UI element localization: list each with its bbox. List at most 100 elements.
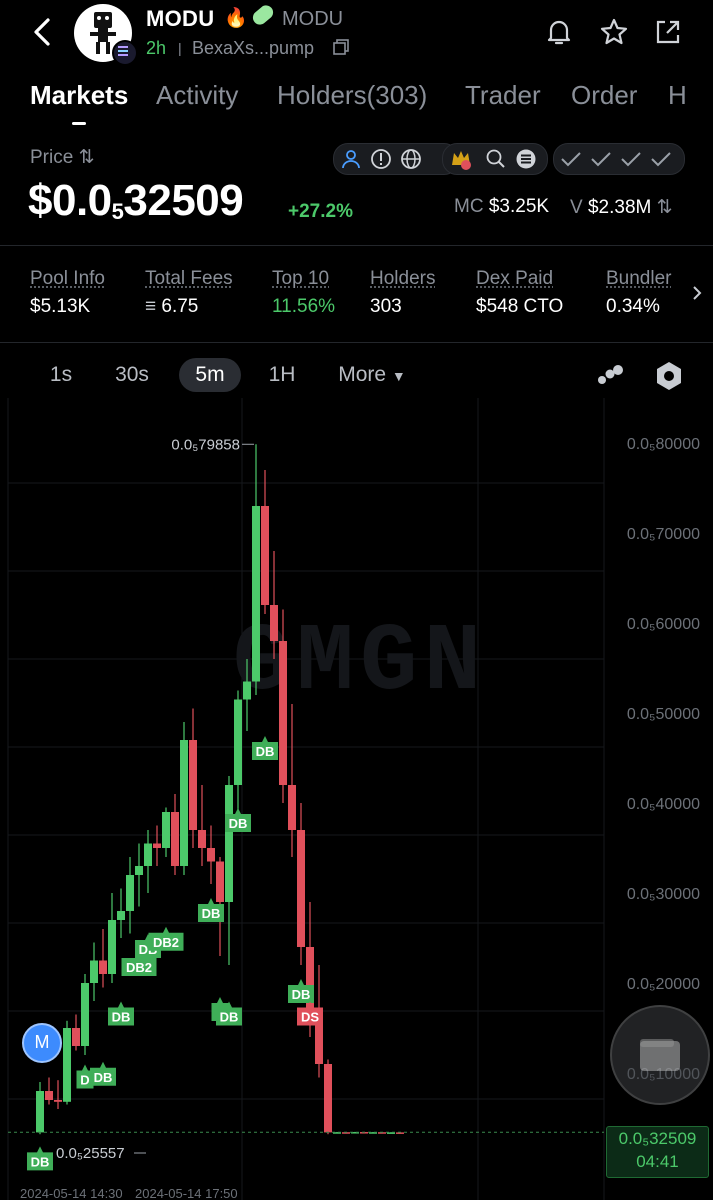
tab-overflow[interactable]: H — [668, 80, 687, 111]
stat-top10[interactable]: Top 10 11.56% — [272, 268, 335, 318]
sort-icon: ⇅ — [656, 197, 673, 218]
star-icon[interactable] — [598, 16, 630, 48]
timeframe-bar: 1s 30s 5m 1H More ▼ — [0, 358, 713, 394]
y-tick-label: 0.0₅70000 — [627, 526, 700, 543]
stat-bundler[interactable]: Bundler 0.34% — [606, 268, 672, 318]
candle-body — [216, 861, 224, 902]
trade-marker-label: DB — [256, 744, 275, 759]
candle-body — [279, 641, 287, 785]
candle-body — [162, 812, 170, 848]
candle-body — [36, 1091, 44, 1133]
tab-markets[interactable]: Markets — [30, 80, 128, 111]
trade-marker-label: DB — [229, 816, 248, 831]
trade-marker-label: DB — [94, 1070, 113, 1085]
token-address[interactable]: BexaXs...pump — [192, 38, 314, 59]
price-label: Price ⇅ — [30, 147, 95, 168]
candle-body — [198, 830, 206, 848]
solana-icon — [516, 149, 536, 169]
candle-body — [252, 506, 260, 682]
candle-body — [288, 785, 296, 830]
tab-bar: Markets Activity Holders(303) Trader Ord… — [0, 80, 713, 124]
price-chart[interactable]: GMGN0.0₅800000.0₅700000.0₅600000.0₅50000… — [0, 398, 713, 1200]
pill-icon — [250, 2, 276, 28]
y-tick-label: 0.0₅60000 — [627, 616, 700, 633]
tab-holders[interactable]: Holders(303) — [277, 80, 427, 111]
candle-body — [324, 1064, 332, 1133]
candle-body — [81, 983, 89, 1046]
check-icons — [561, 152, 671, 167]
crown-warning-icon — [452, 151, 471, 170]
checks-pill-group[interactable] — [553, 143, 685, 175]
user-icon — [342, 150, 360, 169]
share-icon[interactable] — [652, 16, 684, 48]
candle-body — [207, 848, 215, 862]
trade-marker-label: DB — [112, 1010, 131, 1025]
token-name: MODU — [146, 6, 215, 31]
tab-activity[interactable]: Activity — [156, 80, 238, 111]
migration-marker[interactable]: M — [22, 1023, 62, 1063]
stat-holders[interactable]: Holders 303 — [370, 268, 435, 318]
candle-body — [117, 911, 125, 920]
price-value: $0.0532509 — [28, 176, 244, 225]
candle-body — [270, 605, 278, 641]
chevron-left-icon[interactable] — [26, 14, 60, 50]
volume: V $2.38M ⇅ — [570, 197, 673, 218]
divider — [0, 245, 713, 246]
trade-marker-label: DB — [202, 906, 221, 921]
timeframe-5m[interactable]: 5m — [179, 358, 241, 392]
stat-dex-paid[interactable]: Dex Paid $548 CTO — [476, 268, 563, 318]
trade-marker-label: DB2 — [153, 935, 179, 950]
x-tick-label: 2024-05-14 17:50 — [135, 1186, 238, 1200]
trade-marker-label: DB — [220, 1010, 239, 1025]
candle-body — [99, 960, 107, 974]
social-pill-group[interactable] — [442, 143, 548, 175]
candle-body — [234, 699, 242, 785]
active-tab-indicator — [72, 122, 86, 125]
wallet-float-button[interactable] — [610, 1005, 710, 1105]
divider — [0, 342, 713, 343]
chevron-right-icon[interactable] — [690, 284, 704, 302]
audit-pill-group[interactable] — [333, 143, 459, 175]
stat-total-fees[interactable]: Total Fees ≡ 6.75 — [145, 268, 233, 318]
settings-icon[interactable] — [654, 360, 684, 392]
y-tick-label: 0.0₅50000 — [627, 706, 700, 723]
indicators-icon[interactable] — [594, 362, 626, 390]
candle-body — [90, 960, 98, 983]
candle-body — [315, 1019, 323, 1064]
candle-body — [297, 830, 305, 947]
candle-body — [261, 506, 269, 605]
flame-icon: 🔥 — [224, 8, 248, 29]
y-tick-label: 0.0₅20000 — [627, 976, 700, 993]
tab-order[interactable]: Order — [571, 80, 637, 111]
timeframe-more[interactable]: More ▼ — [330, 358, 414, 392]
market-cap: MC $3.25K — [454, 196, 550, 217]
trade-marker-label: DS — [301, 1010, 319, 1025]
copy-icon[interactable] — [333, 39, 349, 55]
price-change: +27.2% — [288, 201, 353, 222]
candle-body — [108, 920, 116, 974]
candle-body — [180, 740, 188, 866]
token-symbol: MODU — [282, 8, 344, 30]
wallet-icon — [640, 1039, 680, 1071]
timeframe-1s[interactable]: 1s — [40, 358, 82, 392]
y-tick-label: 0.0₅30000 — [627, 886, 700, 903]
caret-down-icon: ▼ — [391, 368, 406, 384]
current-price-tag: 0.0₅32509 04:41 — [606, 1126, 709, 1178]
x-tick-label: 2024-05-14 14:30 — [20, 1186, 123, 1200]
candle-body — [72, 1028, 80, 1046]
globe-icon — [401, 149, 421, 169]
search-icon — [486, 149, 505, 168]
bell-icon[interactable] — [543, 16, 575, 48]
timeframe-1h[interactable]: 1H — [262, 358, 302, 392]
trade-marker-label: DB — [31, 1154, 50, 1169]
candle-body — [63, 1028, 71, 1102]
tab-trader[interactable]: Trader — [465, 80, 541, 111]
timeframe-30s[interactable]: 30s — [106, 358, 158, 392]
candle-body — [135, 866, 143, 875]
stat-pool-info[interactable]: Pool Info $5.13K — [30, 268, 105, 318]
top-bar: MODU 🔥 MODU 2h | BexaXs...pump — [0, 0, 713, 70]
sort-icon: ⇅ — [78, 147, 95, 168]
candle-body — [45, 1091, 53, 1100]
candle-body — [144, 843, 152, 866]
layers-icon: ≡ — [145, 296, 157, 317]
